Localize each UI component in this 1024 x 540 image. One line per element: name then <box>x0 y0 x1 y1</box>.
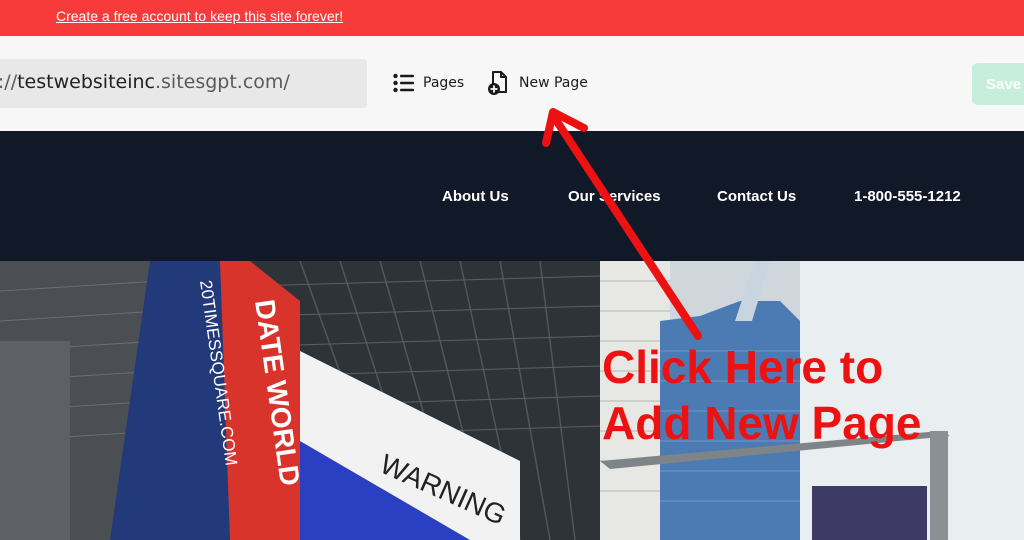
annotation-text-line1: Click Here to <box>602 341 884 393</box>
annotation-text-line2: Add New Page <box>602 397 922 449</box>
annotation-arrow <box>542 108 702 340</box>
